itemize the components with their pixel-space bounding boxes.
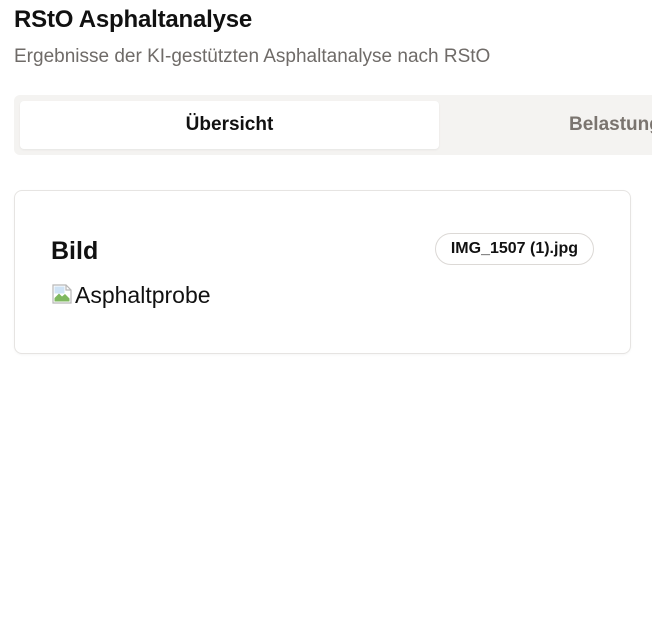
tab-belastungsklasse[interactable]: Belastungsklasse [569,101,652,149]
image-alt-text: Asphaltprobe [75,282,211,308]
filename-badge: IMG_1507 (1).jpg [434,233,594,265]
tab-label: Übersicht [185,114,274,135]
broken-image-icon [52,284,72,304]
asphalt-sample-image: Asphaltprobe [51,281,211,309]
card-title: Bild [51,237,99,265]
image-card: Bild IMG_1507 (1).jpg Asphaltprobe [14,190,631,354]
tab-list: Übersicht Belastungsklasse [14,95,652,155]
tab-uebersicht[interactable]: Übersicht [20,101,439,149]
tab-label: Belastungsklasse [569,114,652,135]
page: RStO Asphaltanalyse Ergebnisse der KI-ge… [0,0,652,636]
page-subtitle: Ergebnisse der KI-gestützten Asphaltanal… [14,46,491,67]
page-title: RStO Asphaltanalyse [14,6,253,33]
